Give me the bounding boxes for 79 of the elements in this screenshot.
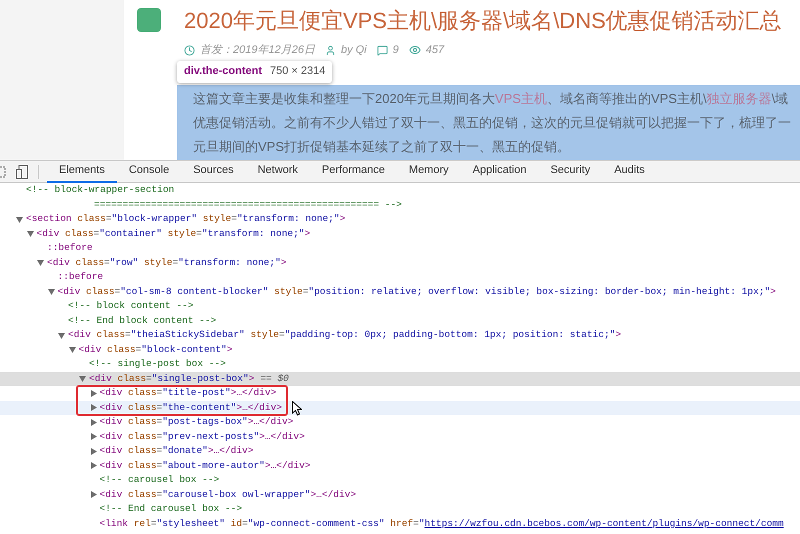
- devtools-tab[interactable]: Security: [538, 160, 602, 182]
- post-meta-text: by Qi: [340, 43, 367, 58]
- pseudo-element[interactable]: ::before: [47, 241, 93, 256]
- html-tag[interactable]: <div class="the-content">…</div>: [100, 400, 282, 415]
- html-comment: ================================================== -->: [94, 198, 402, 212]
- dom-tree-row[interactable]: <div class="donate">…</div>: [0, 444, 800, 458]
- triangle-icon[interactable]: [90, 491, 96, 498]
- devtools-tab[interactable]: Performance: [310, 160, 397, 182]
- post-meta-text: 457: [426, 43, 444, 58]
- triangle-icon[interactable]: [26, 230, 34, 238]
- dom-tree-row[interactable]: <div class="container" style="transform: none;">: [0, 226, 800, 241]
- triangle-icon[interactable]: [90, 418, 96, 426]
- pseudo-element[interactable]: ::before: [58, 270, 104, 284]
- tooltip-size: 750 × 2314: [270, 64, 326, 80]
- triangle-icon[interactable]: [37, 259, 44, 266]
- dom-tree-row[interactable]: <div class="block-content">: [0, 342, 800, 357]
- triangle-icon[interactable]: [90, 390, 96, 397]
- content-line: 优惠促销活动。之前有不少人错过了双十一、黑五的促销，这次的元旦促销就可以把握一下了，梳理了一: [193, 114, 792, 132]
- user-icon: [324, 44, 336, 56]
- html-tag[interactable]: <link rel="stylesheet" id="wp-connect-comment-css" href=": [100, 516, 425, 531]
- triangle-icon[interactable]: [48, 288, 54, 296]
- post-meta-text: 首发：2019年12月26日: [200, 43, 315, 58]
- devtools-tab[interactable]: Network: [246, 160, 310, 182]
- html-comment: <!-- carousel box -->: [100, 473, 220, 488]
- triangle-icon[interactable]: [79, 375, 86, 382]
- triangle-icon[interactable]: [90, 462, 96, 470]
- html-tag[interactable]: <div class="prev-next-posts">…</div>: [100, 430, 305, 444]
- html-comment: <!-- block content -->: [68, 299, 194, 314]
- html-tag[interactable]: <div class="donate">…</div>: [100, 444, 254, 458]
- html-tag[interactable]: <div class="post-tags-box">…</div>: [100, 415, 294, 430]
- inspect-icon[interactable]: [0, 164, 8, 178]
- triangle-icon[interactable]: [90, 448, 96, 455]
- triangle-icon[interactable]: [90, 433, 96, 440]
- dom-tree-row[interactable]: <section class="block-wrapper" style="transform: none;">: [0, 212, 800, 226]
- dom-tree-row[interactable]: <div class="about-more-autor">…</div>: [0, 458, 800, 473]
- post-title: 2020年元旦便宜VPS主机\服务器\域名\DNS优惠促销活动汇总: [184, 8, 782, 34]
- devtools-tab[interactable]: Console: [116, 160, 182, 182]
- html-tag[interactable]: <div class="container" style="transform: none;">: [36, 226, 310, 241]
- html-tag[interactable]: <div class="carousel-box owl-wrapper">…</div>: [100, 488, 356, 502]
- content-line: 这篇文章主要是收集和整理一下2020年元旦期间各大VPS主机、域名商等推出的VPS主机\独立服务器\域: [193, 90, 790, 108]
- devtools-tab[interactable]: Audits: [602, 160, 657, 182]
- html-tag[interactable]: <section class="block-wrapper" style="transform: none;">: [26, 212, 346, 226]
- dom-tree-row[interactable]: <div class="row" style="transform: none;">: [0, 256, 800, 270]
- html-comment: <!-- End block content -->: [68, 314, 216, 328]
- triangle-icon[interactable]: [68, 346, 76, 354]
- dom-tree-row[interactable]: <div class="prev-next-posts">…</div>: [0, 430, 800, 444]
- content-line: 元旦期间的VPS打折促销基本延续了之前了双十一、黑五的促销。: [193, 138, 572, 156]
- devtools-tab[interactable]: Memory: [396, 160, 461, 182]
- html-tag[interactable]: <div class="theiaStickySidebar" style="padding-top: 0px; padding-bottom: 1px; position: static;">: [68, 328, 622, 342]
- html-comment: <!-- block-wrapper-section: [26, 183, 174, 198]
- dom-tree-row[interactable]: <div class="post-tags-box">…</div>: [0, 415, 800, 430]
- eye-icon: [408, 44, 421, 56]
- dom-tree-row[interactable]: <div class="single-post-box"> == $0: [0, 372, 800, 386]
- url-link[interactable]: https://wzfou.cdn.bcebos.com/wp-content/plugins/wp-connect/comm: [424, 516, 784, 531]
- dom-tree-row[interactable]: <div class="the-content">…</div>: [0, 400, 800, 415]
- category-square-icon: [137, 8, 161, 32]
- devtools-tab[interactable]: Sources: [181, 160, 246, 182]
- cursor-icon: [292, 401, 302, 416]
- dom-tree-row[interactable]: <div class="theiaStickySidebar" style="padding-top: 0px; padding-bottom: 1px; position: static;">: [0, 328, 800, 342]
- html-comment: <!-- single-post box -->: [89, 357, 226, 372]
- triangle-icon[interactable]: [58, 332, 65, 339]
- post-meta-text: 9: [392, 43, 399, 58]
- selected-node-marker: == $0: [260, 372, 289, 386]
- tooltip-selector: div.the-content: [184, 64, 262, 80]
- triangle-icon[interactable]: [16, 216, 23, 223]
- html-tag[interactable]: <div class="title-post">…</div>: [100, 386, 276, 400]
- dom-tree-row[interactable]: <div class="carousel-box owl-wrapper">…</div>: [0, 488, 800, 502]
- device-icon[interactable]: [16, 164, 28, 178]
- html-tag[interactable]: <div class="single-post-box">: [89, 372, 254, 386]
- html-comment: <!-- End carousel box -->: [100, 502, 242, 516]
- devtools-tab[interactable]: Application: [460, 160, 538, 182]
- clock-icon: [184, 44, 195, 56]
- html-tag[interactable]: <div class="block-content">: [78, 342, 232, 357]
- dom-tree-row[interactable]: <div class="title-post">…</div>: [0, 386, 800, 400]
- html-tag[interactable]: <div class="row" style="transform: none;">: [47, 256, 286, 270]
- comment-icon: [376, 44, 388, 56]
- devtools-tab[interactable]: Elements: [47, 160, 117, 182]
- triangle-icon[interactable]: [90, 404, 96, 412]
- html-tag[interactable]: <div class="about-more-autor">…</div>: [100, 458, 310, 473]
